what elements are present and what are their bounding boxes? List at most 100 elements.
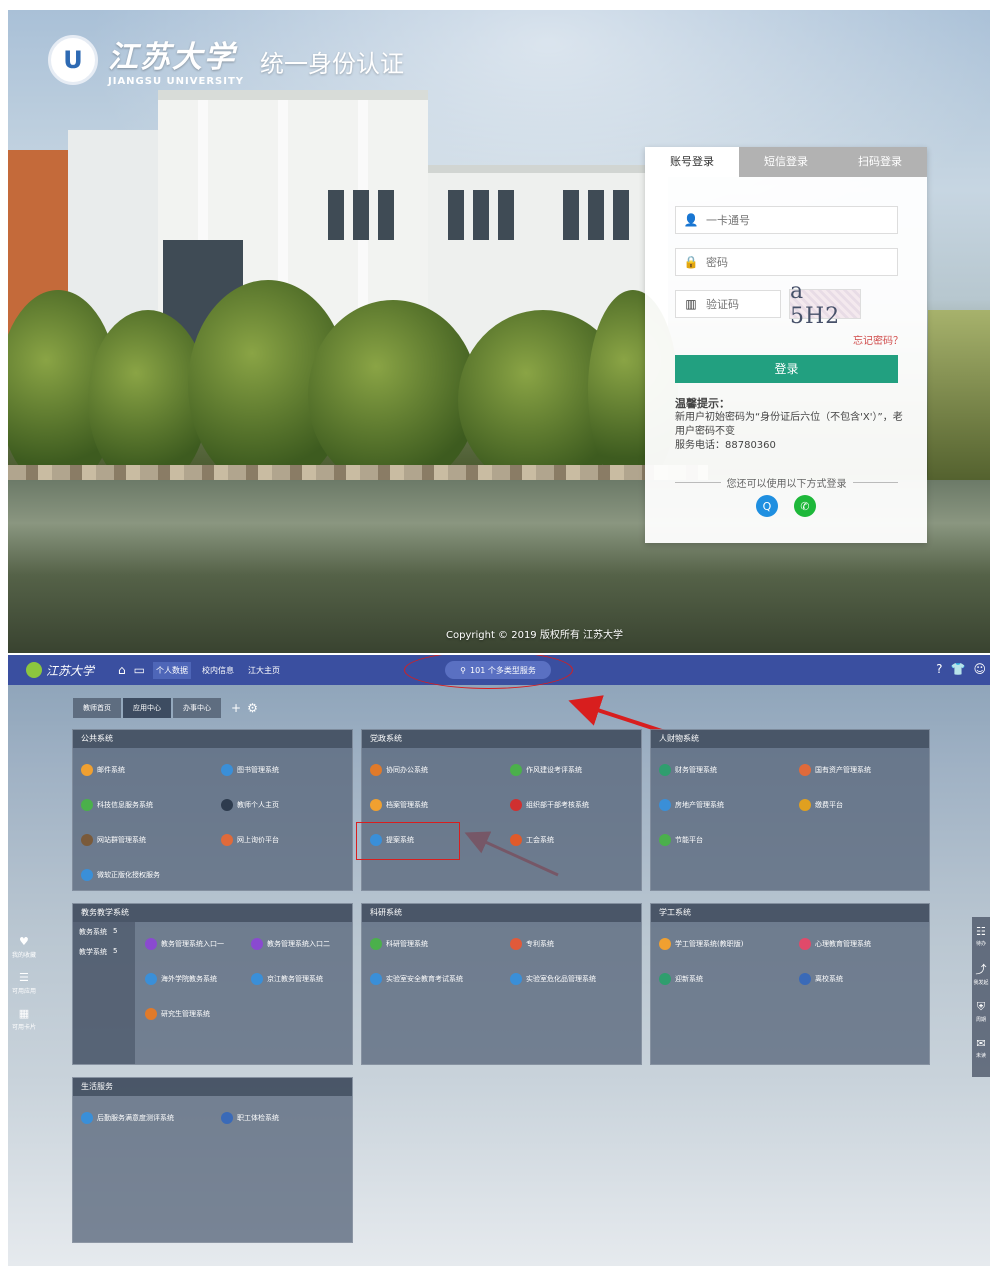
app-item[interactable]: 职工体检系统	[221, 1112, 279, 1124]
app-item[interactable]: 后勤服务满意度测评系统	[81, 1112, 174, 1124]
panel-title: 教务教学系统	[73, 904, 352, 922]
app-item[interactable]: 微软正版化授权服务	[81, 869, 160, 881]
wechat-icon[interactable]: ✆	[794, 495, 816, 517]
rail-initiated[interactable]: ⤴ 我发起	[973, 961, 988, 986]
microsoft-icon	[81, 869, 93, 881]
app-item[interactable]: 网站群管理系统	[81, 834, 146, 846]
rail-period[interactable]: ⛨ 周期	[976, 1000, 986, 1023]
app-item[interactable]: 学工管理系统(教职版)	[659, 938, 743, 950]
office-icon	[370, 764, 382, 776]
window	[448, 190, 464, 240]
barcode-icon: ▥	[685, 297, 697, 311]
app-item[interactable]: 迎新系统	[659, 973, 703, 985]
mail-icon	[81, 764, 93, 776]
evaluation-icon	[510, 764, 522, 776]
app-item[interactable]: 海外学院教务系统	[145, 973, 217, 985]
shield-icon: ⛨	[976, 1000, 986, 1013]
tab-sms-login[interactable]: 短信登录	[739, 147, 833, 177]
qq-icon[interactable]: Q	[756, 495, 778, 517]
app-item[interactable]: 教师个人主页	[221, 799, 279, 811]
rail-unread[interactable]: ✉ 未读	[976, 1037, 986, 1059]
app-item[interactable]: 实验室安全教育考试系统	[370, 973, 463, 985]
app-label: 微软正版化授权服务	[97, 871, 160, 879]
app-item[interactable]: 协同办公系统	[370, 764, 428, 776]
todo-icon: ☷	[976, 925, 986, 938]
panel-life-services: 生活服务 后勤服务满意度测评系统 职工体检系统	[72, 1077, 353, 1243]
app-item[interactable]: 组织部干部考核系统	[510, 799, 589, 811]
app-label: 实验室安全教育考试系统	[386, 975, 463, 983]
app-item[interactable]: 房地产管理系统	[659, 799, 724, 811]
rail-favorites[interactable]: ♥ 我的收藏	[12, 935, 36, 959]
tab-account-login[interactable]: 账号登录	[645, 147, 739, 177]
app-item[interactable]: 缴费平台	[799, 799, 843, 811]
username-input[interactable]	[706, 213, 886, 227]
app-item[interactable]: 心理教育管理系统	[799, 938, 871, 950]
share-icon: ⤴	[975, 963, 987, 976]
chemical-icon	[510, 973, 522, 985]
app-item[interactable]: 作风建设考评系统	[510, 764, 582, 776]
app-item[interactable]: 教务管理系统入口二	[251, 938, 330, 950]
alt-login-divider: 您还可以使用以下方式登录	[675, 475, 898, 490]
captcha-image[interactable]: a 5H2	[789, 279, 861, 329]
rail-label: 可用卡片	[11, 1024, 36, 1031]
app-item[interactable]: 研究生管理系统	[145, 1008, 210, 1020]
panel-title: 人财物系统	[651, 730, 929, 748]
right-rail: ☷ 待办 ⤴ 我发起 ⛨ 周期 ✉ 未读	[972, 917, 990, 1077]
rail-apps[interactable]: ☰ 可用应用	[12, 971, 36, 995]
window	[588, 190, 604, 240]
app-item[interactable]: 科技信息服务系统	[81, 799, 153, 811]
research-icon	[370, 938, 382, 950]
tips-body: 新用户初始密码为“身份证后六位（不包含'X'）”，老用户密码不变	[675, 412, 903, 437]
tab-qrcode-login[interactable]: 扫码登录	[833, 147, 927, 177]
app-item[interactable]: 邮件系统	[81, 764, 125, 776]
academic-icon	[145, 938, 157, 950]
app-label: 节能平台	[675, 836, 703, 844]
app-item[interactable]: 京江教务管理系统	[251, 973, 323, 985]
app-label: 后勤服务满意度测评系统	[97, 1114, 174, 1122]
app-label: 邮件系统	[97, 766, 125, 774]
panel-party-systems: 党政系统 协同办公系统 作风建设考评系统 档案管理系统 组织部干部考核系统 提案…	[356, 729, 642, 891]
teacher-icon	[221, 799, 233, 811]
leave-icon	[799, 973, 811, 985]
app-item[interactable]: 节能平台	[659, 834, 703, 846]
app-item[interactable]: 网上询价平台	[221, 834, 279, 846]
archive-icon	[370, 799, 382, 811]
panel-title: 学工系统	[651, 904, 929, 922]
window	[563, 190, 579, 240]
app-item[interactable]: 工会系统	[510, 834, 554, 846]
app-item[interactable]: 图书管理系统	[221, 764, 279, 776]
system-title: 统一身份认证	[260, 50, 405, 78]
password-input[interactable]	[706, 255, 886, 269]
category-item[interactable]: 教学系统 5	[73, 942, 135, 962]
student-affairs-icon	[659, 938, 671, 950]
app-item[interactable]: 离校系统	[799, 973, 843, 985]
rail-label: 未读	[975, 1053, 986, 1059]
rail-todo[interactable]: ☷ 待办	[976, 925, 986, 947]
app-item[interactable]: 教务管理系统入口一	[145, 938, 224, 950]
window	[613, 190, 629, 240]
app-label: 协同办公系统	[386, 766, 428, 774]
captcha-input[interactable]	[706, 297, 776, 311]
user-icon: 👤	[683, 213, 699, 227]
portal-screen: 江苏大学 ⌂ ▭ 个人数据 校内信息 江大主页 ⚲ 101 个多类型服务 ? 👕…	[8, 655, 990, 1266]
logo-name-en: JIANGSU UNIVERSITY	[108, 76, 245, 87]
forgot-password-link[interactable]: 忘记密码？	[853, 332, 903, 347]
app-label: 海外学院教务系统	[161, 975, 217, 983]
username-row: 👤	[675, 206, 898, 234]
app-label: 作风建设考评系统	[526, 766, 582, 774]
category-item[interactable]: 教务系统 5	[73, 922, 135, 942]
login-button[interactable]: 登录	[675, 355, 898, 383]
app-label: 图书管理系统	[237, 766, 279, 774]
app-item[interactable]: 国有资产管理系统	[799, 764, 871, 776]
finance-icon	[659, 764, 671, 776]
app-item[interactable]: 实验室危化品管理系统	[510, 973, 596, 985]
window	[378, 190, 394, 240]
app-item[interactable]: 专利系统	[510, 938, 554, 950]
rail-cards[interactable]: ▦ 可用卡片	[12, 1007, 36, 1031]
app-label: 教务管理系统入口二	[267, 940, 330, 948]
app-item[interactable]: 档案管理系统	[370, 799, 428, 811]
app-item[interactable]: 科研管理系统	[370, 938, 428, 950]
window	[353, 190, 369, 240]
app-item[interactable]: 财务管理系统	[659, 764, 717, 776]
asset-icon	[799, 764, 811, 776]
